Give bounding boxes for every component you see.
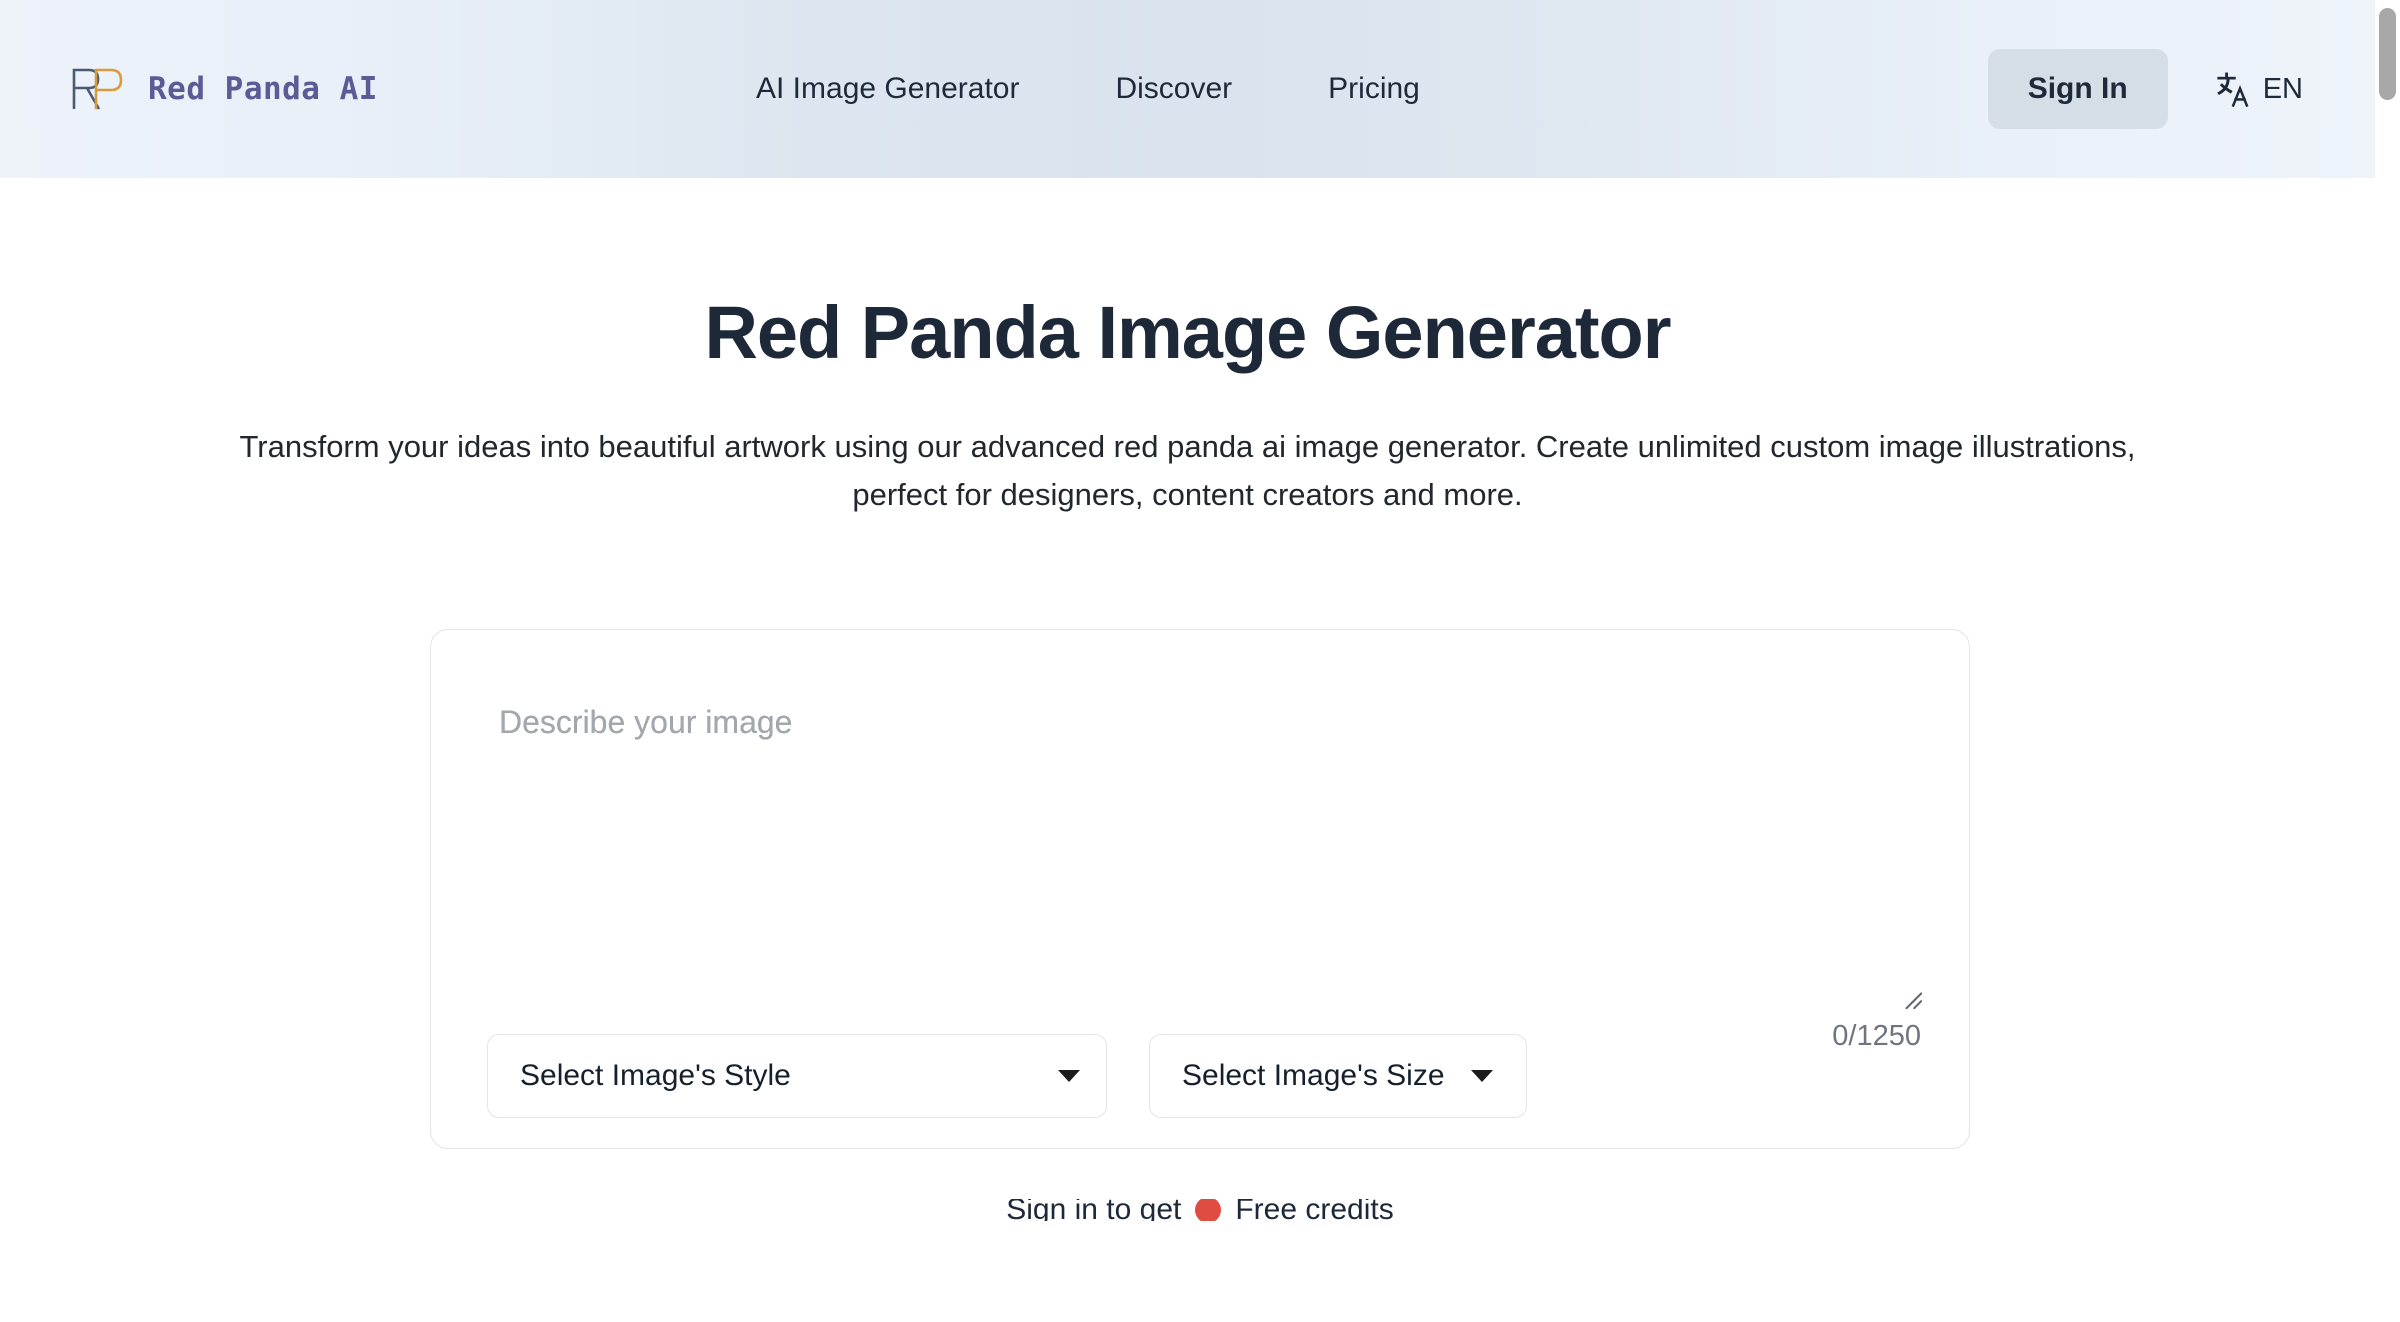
image-style-select-label: Select Image's Style xyxy=(520,1058,791,1092)
page-title: Red Panda Image Generator xyxy=(704,291,1671,374)
page-scrollbar-thumb[interactable] xyxy=(2379,8,2396,100)
image-generator-card: Describe your image Select Image's Style… xyxy=(430,628,1970,1149)
prompt-controls: Select Image's Style Select Image's Size… xyxy=(467,1020,1933,1118)
character-counter: 0/1250 xyxy=(1832,1019,1921,1052)
site-header: Red Panda AI AI Image Generator Discover… xyxy=(0,0,2375,178)
image-size-select-label: Select Image's Size xyxy=(1182,1058,1445,1092)
hero-subtitle: Transform your ideas into beautiful artw… xyxy=(239,429,2136,512)
nav-discover[interactable]: Discover xyxy=(1115,74,1232,104)
promo-text-before: Sign in to get xyxy=(1006,1198,1182,1221)
language-switcher[interactable]: EN xyxy=(2212,70,2303,108)
page-root: Red Panda AI AI Image Generator Discover… xyxy=(0,0,2400,1322)
chevron-down-icon xyxy=(1470,1069,1493,1082)
promo-text-after: Free credits xyxy=(1235,1198,1394,1221)
sign-in-button[interactable]: Sign In xyxy=(1987,49,2168,129)
header-actions: Sign In EN xyxy=(1987,49,2303,129)
nav-pricing[interactable]: Pricing xyxy=(1328,74,1420,104)
red-credit-dot-icon xyxy=(1195,1198,1222,1221)
signin-credits-promo[interactable]: Sign in to get Free credits xyxy=(430,1198,1970,1221)
image-size-select[interactable]: Select Image's Size xyxy=(1149,1033,1527,1118)
prompt-input[interactable] xyxy=(467,661,1933,1016)
brand-name: Red Panda AI xyxy=(148,71,378,107)
language-code: EN xyxy=(2262,72,2303,105)
rp-monogram-icon xyxy=(72,68,123,110)
prompt-area: Describe your image xyxy=(467,661,1933,1016)
nav-ai-image-generator[interactable]: AI Image Generator xyxy=(756,74,1019,104)
image-style-select[interactable]: Select Image's Style xyxy=(487,1033,1107,1118)
resize-grip-icon[interactable] xyxy=(1901,988,1923,1010)
main-nav: AI Image Generator Discover Pricing xyxy=(756,74,1420,104)
hero-section: Red Panda Image Generator Transform your… xyxy=(0,178,2375,518)
brand-logo[interactable]: Red Panda AI xyxy=(70,66,378,112)
translate-icon xyxy=(2216,72,2249,108)
page-scrollbar-track[interactable] xyxy=(2375,0,2400,1322)
chevron-down-icon xyxy=(1058,1069,1080,1082)
